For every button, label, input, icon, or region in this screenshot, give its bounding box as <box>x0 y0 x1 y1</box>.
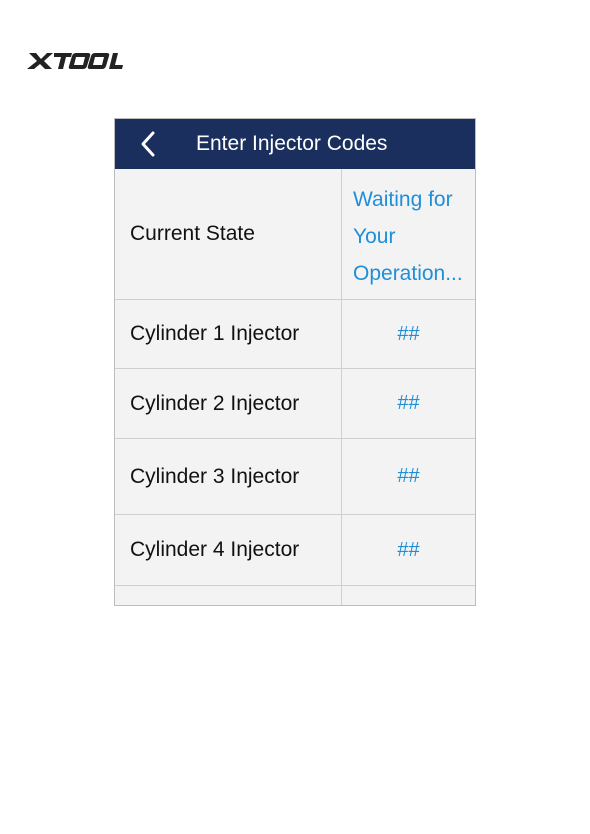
chevron-left-icon <box>141 131 155 157</box>
xtool-logo <box>27 50 123 72</box>
table-row: Cylinder 1 Injector ## <box>115 300 475 369</box>
cylinder-3-label: Cylinder 3 Injector <box>115 439 342 514</box>
cylinder-1-code-field[interactable]: ## <box>342 300 475 368</box>
back-button[interactable] <box>137 130 163 158</box>
table-row: Cylinder 3 Injector ## <box>115 439 475 515</box>
table-row-partial <box>115 586 475 605</box>
cylinder-4-label: Cylinder 4 Injector <box>115 515 342 585</box>
cylinder-3-code-field[interactable]: ## <box>342 439 475 514</box>
page-title: Enter Injector Codes <box>196 132 388 155</box>
device-screen: Enter Injector Codes Current State Waiti… <box>114 118 476 606</box>
title-bar: Enter Injector Codes <box>115 119 475 169</box>
current-state-value: Waiting for Your Operation... <box>353 188 463 285</box>
cylinder-4-code-field[interactable]: ## <box>342 515 475 585</box>
cylinder-2-code-field[interactable]: ## <box>342 369 475 438</box>
table-row: Cylinder 4 Injector ## <box>115 515 475 586</box>
cylinder-1-label: Cylinder 1 Injector <box>115 300 342 368</box>
partial-row-label <box>115 586 342 605</box>
cylinder-2-label: Cylinder 2 Injector <box>115 369 342 438</box>
current-state-label: Current State <box>115 169 342 299</box>
current-state-row: Current State Waiting for Your Operation… <box>115 169 475 300</box>
table-row: Cylinder 2 Injector ## <box>115 369 475 439</box>
injector-table: Current State Waiting for Your Operation… <box>115 169 475 605</box>
partial-row-value <box>342 586 475 605</box>
